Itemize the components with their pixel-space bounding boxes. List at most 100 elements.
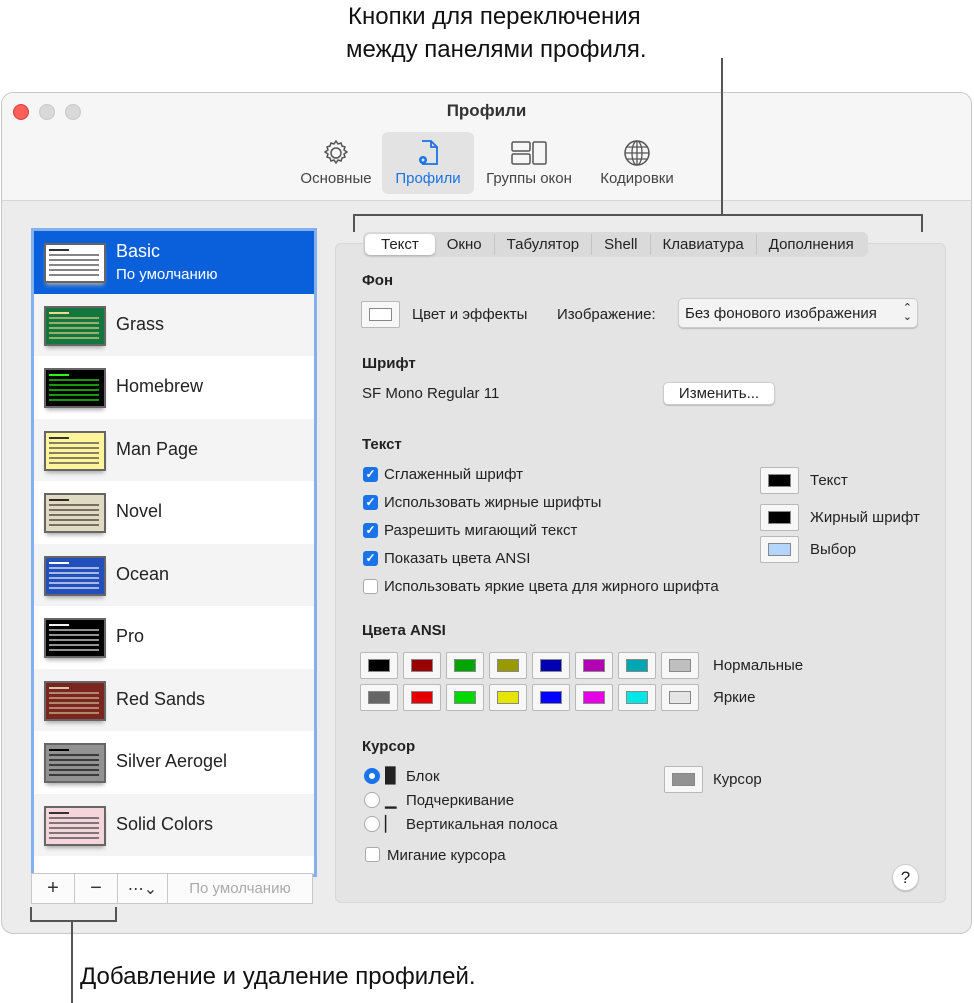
ansi-normal-color-well[interactable] bbox=[532, 652, 570, 679]
cursor-glyph-icon: █ bbox=[385, 767, 396, 784]
profile-row[interactable]: Man Page bbox=[34, 418, 314, 481]
blink-cursor-checkbox[interactable] bbox=[365, 847, 380, 862]
tab-2[interactable]: Табулятор bbox=[493, 234, 592, 255]
text-color-label: Жирный шрифт bbox=[810, 509, 920, 526]
toolbar-profiles[interactable]: Профили bbox=[382, 132, 474, 194]
text-color-well[interactable] bbox=[760, 536, 799, 563]
profile-name: Ocean bbox=[116, 563, 170, 584]
ansi-bright-color-well[interactable] bbox=[618, 684, 656, 711]
cursor-style-radio[interactable] bbox=[364, 768, 380, 784]
tab-1[interactable]: Окно bbox=[435, 234, 494, 255]
ansi-heading: Цвета ANSI bbox=[362, 622, 446, 639]
cursor-style-label: Вертикальная полоса bbox=[406, 816, 558, 833]
ansi-bright-color-well[interactable] bbox=[403, 684, 441, 711]
text-color-label: Выбор bbox=[810, 541, 857, 558]
profile-row[interactable]: Grass bbox=[34, 293, 314, 356]
gear-icon bbox=[323, 139, 349, 165]
profile-name: Basic bbox=[116, 241, 161, 261]
toolbar-window-groups-label: Группы окон bbox=[486, 170, 572, 187]
text-option-checkbox[interactable]: ✓ bbox=[363, 523, 378, 538]
background-image-select[interactable]: Без фонового изображения ⌃ ⌄ bbox=[678, 298, 918, 328]
profile-name: Solid Colors bbox=[116, 813, 214, 834]
annotation-tick bbox=[353, 214, 355, 232]
text-option-label: Разрешить мигающий текст bbox=[384, 522, 578, 539]
background-color-well[interactable] bbox=[361, 301, 400, 328]
annotation-bottom: Добавление и удаление профилей. bbox=[80, 963, 476, 990]
ansi-normal-color-well[interactable] bbox=[446, 652, 484, 679]
profile-thumbnail bbox=[44, 305, 106, 346]
text-color-well[interactable] bbox=[760, 504, 799, 531]
ansi-normal-color-well[interactable] bbox=[360, 652, 398, 679]
tab-4[interactable]: Клавиатура bbox=[649, 234, 756, 255]
profile-thumbnail bbox=[44, 430, 106, 471]
ansi-bright-color-well[interactable] bbox=[532, 684, 570, 711]
text-option-label: Использовать яркие цвета для жирного шри… bbox=[384, 578, 719, 595]
text-option-checkbox[interactable] bbox=[363, 579, 378, 594]
profile-row[interactable]: Homebrew bbox=[34, 356, 314, 419]
toolbar-profiles-label: Профили bbox=[395, 170, 461, 187]
cursor-style-radio[interactable] bbox=[364, 792, 380, 808]
remove-profile-button[interactable]: − bbox=[75, 874, 118, 903]
ansi-normal-color-well[interactable] bbox=[575, 652, 613, 679]
text-color-well[interactable] bbox=[760, 467, 799, 494]
profile-name: Man Page bbox=[116, 438, 199, 459]
profile-thumbnail bbox=[44, 743, 106, 783]
toolbar-general[interactable]: Основные bbox=[294, 132, 378, 194]
ansi-normal-color-well[interactable] bbox=[661, 652, 699, 679]
globe-icon bbox=[624, 140, 650, 166]
tab-5[interactable]: Дополнения bbox=[755, 234, 866, 255]
toolbar-encodings[interactable]: Кодировки bbox=[592, 132, 682, 194]
annotation-top-1: Кнопки для переключения bbox=[348, 3, 641, 30]
text-option-checkbox[interactable]: ✓ bbox=[363, 495, 378, 510]
text-option-checkbox[interactable]: ✓ bbox=[363, 467, 378, 482]
toolbar-general-label: Основные bbox=[300, 170, 372, 187]
profile-row[interactable]: Pro bbox=[34, 606, 314, 669]
annotation-tick bbox=[921, 214, 923, 232]
ansi-bright-color-well[interactable] bbox=[575, 684, 613, 711]
ansi-bright-color-well[interactable] bbox=[489, 684, 527, 711]
ansi-bright-label: Яркие bbox=[713, 689, 756, 706]
profile-list[interactable]: Basic По умолчанию Grass Homebrew Man Page No… bbox=[31, 228, 317, 877]
toolbar-window-groups[interactable]: Группы окон bbox=[479, 132, 579, 194]
text-option-checkbox[interactable]: ✓ bbox=[363, 551, 378, 566]
tab-0[interactable]: Текст bbox=[365, 234, 435, 255]
toolbar: Профили Основные Профили Группы окон Код… bbox=[2, 93, 971, 201]
background-image-value: Без фонового изображения bbox=[685, 305, 877, 322]
font-heading: Шрифт bbox=[362, 355, 416, 372]
ansi-bright-color-well[interactable] bbox=[446, 684, 484, 711]
profile-name: Novel bbox=[116, 501, 163, 521]
text-color-label: Текст bbox=[810, 472, 848, 489]
profile-row[interactable]: Red Sands bbox=[34, 668, 314, 731]
set-default-button[interactable]: По умолчанию bbox=[168, 874, 312, 903]
cursor-color-well[interactable] bbox=[664, 766, 703, 793]
more-actions-button[interactable]: ⋯⌄ bbox=[118, 874, 168, 903]
profile-row[interactable]: Solid Colors bbox=[34, 793, 314, 856]
ansi-normal-color-well[interactable] bbox=[489, 652, 527, 679]
cursor-style-radio[interactable] bbox=[364, 816, 380, 832]
ansi-normal-color-well[interactable] bbox=[618, 652, 656, 679]
profile-thumbnail bbox=[44, 680, 106, 721]
profile-row[interactable]: Basic По умолчанию bbox=[34, 231, 314, 294]
ansi-normal-label: Нормальные bbox=[713, 657, 804, 674]
profile-thumbnail bbox=[44, 368, 106, 408]
font-value: SF Mono Regular 11 bbox=[362, 385, 500, 402]
annotation-bracket bbox=[353, 214, 923, 216]
cursor-style-label: Подчеркивание bbox=[406, 792, 515, 809]
profile-row[interactable]: Novel bbox=[34, 481, 314, 544]
profile-default-label: По умолчанию bbox=[116, 266, 218, 283]
ansi-bright-color-well[interactable] bbox=[661, 684, 699, 711]
ansi-normal-color-well[interactable] bbox=[403, 652, 441, 679]
change-font-button[interactable]: Изменить... bbox=[663, 382, 775, 405]
profile-row[interactable]: Silver Aerogel bbox=[34, 731, 314, 794]
ansi-bright-color-well[interactable] bbox=[360, 684, 398, 711]
annotation-line bbox=[71, 921, 73, 1003]
add-profile-button[interactable]: + bbox=[32, 874, 75, 903]
profile-thumbnail bbox=[44, 493, 106, 533]
profile-name: Homebrew bbox=[116, 376, 204, 396]
help-button[interactable]: ? bbox=[892, 864, 919, 891]
annotation-tick bbox=[115, 907, 117, 921]
profile-row[interactable]: Ocean bbox=[34, 543, 314, 606]
annotation-top-2: между панелями профиля. bbox=[346, 36, 647, 63]
cursor-glyph-icon: ▏ bbox=[385, 816, 397, 833]
tab-3[interactable]: Shell bbox=[591, 234, 649, 255]
